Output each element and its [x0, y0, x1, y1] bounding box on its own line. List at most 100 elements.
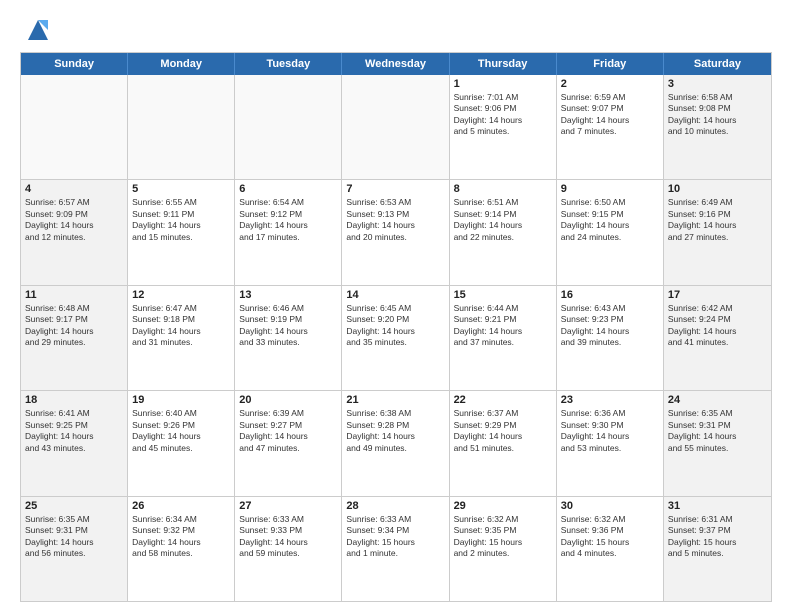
day-number: 16 [561, 289, 659, 301]
day-info: Sunrise: 6:37 AM Sunset: 9:29 PM Dayligh… [454, 408, 552, 454]
calendar-row-2: 4 Sunrise: 6:57 AM Sunset: 9:09 PM Daylig… [21, 180, 771, 285]
day-cell-4: 4 Sunrise: 6:57 AM Sunset: 9:09 PM Daylig… [21, 180, 128, 284]
day-cell-9: 9Sunrise: 6:50 AM Sunset: 9:15 PM Daylig… [557, 180, 664, 284]
day-cell-11: 11 Sunrise: 6:48 AM Sunset: 9:17 PM Dayli… [21, 286, 128, 390]
day-cell-1: 1Sunrise: 7:01 AM Sunset: 9:06 PM Daylig… [450, 75, 557, 179]
day-cell-19: 19 Sunrise: 6:40 AM Sunset: 9:26 PM Dayli… [128, 391, 235, 495]
empty-cell [235, 75, 342, 179]
day-cell-21: 21 Sunrise: 6:38 AM Sunset: 9:28 PM Dayli… [342, 391, 449, 495]
calendar-row-5: 25Sunrise: 6:35 AM Sunset: 9:31 PM Dayli… [21, 497, 771, 601]
header-day-wednesday: Wednesday [342, 53, 449, 75]
header-day-thursday: Thursday [450, 53, 557, 75]
header-day-friday: Friday [557, 53, 664, 75]
day-info: Sunrise: 6:35 AM Sunset: 9:31 PM Dayligh… [668, 408, 767, 454]
calendar: SundayMondayTuesdayWednesdayThursdayFrid… [20, 52, 772, 602]
day-number: 21 [346, 394, 444, 406]
day-info: Sunrise: 6:32 AM Sunset: 9:35 PM Dayligh… [454, 514, 552, 560]
day-number: 28 [346, 500, 444, 512]
day-cell-17: 17 Sunrise: 6:42 AM Sunset: 9:24 PM Dayli… [664, 286, 771, 390]
day-info: Sunrise: 6:41 AM Sunset: 9:25 PM Dayligh… [25, 408, 123, 454]
day-info: Sunrise: 6:48 AM Sunset: 9:17 PM Dayligh… [25, 303, 123, 349]
day-info: Sunrise: 6:40 AM Sunset: 9:26 PM Dayligh… [132, 408, 230, 454]
logo [20, 16, 52, 44]
day-cell-10: 10 Sunrise: 6:49 AM Sunset: 9:16 PM Dayli… [664, 180, 771, 284]
day-number: 9 [561, 183, 659, 195]
day-cell-15: 15Sunrise: 6:44 AM Sunset: 9:21 PM Dayli… [450, 286, 557, 390]
day-cell-14: 14 Sunrise: 6:45 AM Sunset: 9:20 PM Dayli… [342, 286, 449, 390]
calendar-body: 1Sunrise: 7:01 AM Sunset: 9:06 PM Daylig… [21, 75, 771, 601]
day-number: 22 [454, 394, 552, 406]
day-number: 12 [132, 289, 230, 301]
day-number: 26 [132, 500, 230, 512]
day-info: Sunrise: 6:47 AM Sunset: 9:18 PM Dayligh… [132, 303, 230, 349]
calendar-row-4: 18 Sunrise: 6:41 AM Sunset: 9:25 PM Dayli… [21, 391, 771, 496]
day-number: 20 [239, 394, 337, 406]
day-number: 5 [132, 183, 230, 195]
day-info: Sunrise: 6:44 AM Sunset: 9:21 PM Dayligh… [454, 303, 552, 349]
day-cell-23: 23 Sunrise: 6:36 AM Sunset: 9:30 PM Dayli… [557, 391, 664, 495]
day-info: Sunrise: 6:36 AM Sunset: 9:30 PM Dayligh… [561, 408, 659, 454]
day-cell-16: 16 Sunrise: 6:43 AM Sunset: 9:23 PM Dayli… [557, 286, 664, 390]
day-info: Sunrise: 6:33 AM Sunset: 9:34 PM Dayligh… [346, 514, 444, 560]
day-info: Sunrise: 6:58 AM Sunset: 9:08 PM Dayligh… [668, 92, 767, 138]
day-number: 17 [668, 289, 767, 301]
calendar-row-3: 11 Sunrise: 6:48 AM Sunset: 9:17 PM Dayli… [21, 286, 771, 391]
day-info: Sunrise: 6:53 AM Sunset: 9:13 PM Dayligh… [346, 197, 444, 243]
day-number: 23 [561, 394, 659, 406]
day-info: Sunrise: 6:49 AM Sunset: 9:16 PM Dayligh… [668, 197, 767, 243]
day-number: 7 [346, 183, 444, 195]
day-number: 10 [668, 183, 767, 195]
day-cell-30: 30 Sunrise: 6:32 AM Sunset: 9:36 PM Dayli… [557, 497, 664, 601]
day-cell-29: 29 Sunrise: 6:32 AM Sunset: 9:35 PM Dayli… [450, 497, 557, 601]
day-info: Sunrise: 6:39 AM Sunset: 9:27 PM Dayligh… [239, 408, 337, 454]
day-number: 18 [25, 394, 123, 406]
day-number: 13 [239, 289, 337, 301]
day-number: 27 [239, 500, 337, 512]
day-cell-8: 8Sunrise: 6:51 AM Sunset: 9:14 PM Daylig… [450, 180, 557, 284]
day-info: Sunrise: 6:43 AM Sunset: 9:23 PM Dayligh… [561, 303, 659, 349]
day-info: Sunrise: 6:57 AM Sunset: 9:09 PM Dayligh… [25, 197, 123, 243]
day-info: Sunrise: 6:46 AM Sunset: 9:19 PM Dayligh… [239, 303, 337, 349]
empty-cell [342, 75, 449, 179]
day-info: Sunrise: 6:45 AM Sunset: 9:20 PM Dayligh… [346, 303, 444, 349]
day-info: Sunrise: 6:32 AM Sunset: 9:36 PM Dayligh… [561, 514, 659, 560]
day-number: 11 [25, 289, 123, 301]
header-day-saturday: Saturday [664, 53, 771, 75]
day-cell-2: 2Sunrise: 6:59 AM Sunset: 9:07 PM Daylig… [557, 75, 664, 179]
day-number: 14 [346, 289, 444, 301]
day-info: Sunrise: 6:35 AM Sunset: 9:31 PM Dayligh… [25, 514, 123, 560]
day-cell-26: 26 Sunrise: 6:34 AM Sunset: 9:32 PM Dayli… [128, 497, 235, 601]
day-number: 4 [25, 183, 123, 195]
day-number: 8 [454, 183, 552, 195]
day-number: 19 [132, 394, 230, 406]
day-number: 24 [668, 394, 767, 406]
day-cell-13: 13 Sunrise: 6:46 AM Sunset: 9:19 PM Dayli… [235, 286, 342, 390]
header-day-sunday: Sunday [21, 53, 128, 75]
calendar-row-1: 1Sunrise: 7:01 AM Sunset: 9:06 PM Daylig… [21, 75, 771, 180]
day-info: Sunrise: 6:55 AM Sunset: 9:11 PM Dayligh… [132, 197, 230, 243]
day-cell-18: 18 Sunrise: 6:41 AM Sunset: 9:25 PM Dayli… [21, 391, 128, 495]
day-cell-6: 6Sunrise: 6:54 AM Sunset: 9:12 PM Daylig… [235, 180, 342, 284]
day-cell-25: 25Sunrise: 6:35 AM Sunset: 9:31 PM Dayli… [21, 497, 128, 601]
day-info: Sunrise: 6:34 AM Sunset: 9:32 PM Dayligh… [132, 514, 230, 560]
day-number: 1 [454, 78, 552, 90]
day-info: Sunrise: 6:42 AM Sunset: 9:24 PM Dayligh… [668, 303, 767, 349]
day-cell-7: 7 Sunrise: 6:53 AM Sunset: 9:13 PM Daylig… [342, 180, 449, 284]
day-info: Sunrise: 6:33 AM Sunset: 9:33 PM Dayligh… [239, 514, 337, 560]
day-cell-24: 24 Sunrise: 6:35 AM Sunset: 9:31 PM Dayli… [664, 391, 771, 495]
day-cell-31: 31Sunrise: 6:31 AM Sunset: 9:37 PM Dayli… [664, 497, 771, 601]
header [20, 16, 772, 44]
day-cell-20: 20 Sunrise: 6:39 AM Sunset: 9:27 PM Dayli… [235, 391, 342, 495]
day-number: 6 [239, 183, 337, 195]
header-day-tuesday: Tuesday [235, 53, 342, 75]
header-day-monday: Monday [128, 53, 235, 75]
logo-icon [24, 16, 52, 44]
day-info: Sunrise: 6:31 AM Sunset: 9:37 PM Dayligh… [668, 514, 767, 560]
day-number: 30 [561, 500, 659, 512]
day-cell-22: 22 Sunrise: 6:37 AM Sunset: 9:29 PM Dayli… [450, 391, 557, 495]
page: SundayMondayTuesdayWednesdayThursdayFrid… [0, 0, 792, 612]
day-number: 29 [454, 500, 552, 512]
day-info: Sunrise: 6:59 AM Sunset: 9:07 PM Dayligh… [561, 92, 659, 138]
day-cell-5: 5 Sunrise: 6:55 AM Sunset: 9:11 PM Daylig… [128, 180, 235, 284]
day-info: Sunrise: 6:38 AM Sunset: 9:28 PM Dayligh… [346, 408, 444, 454]
